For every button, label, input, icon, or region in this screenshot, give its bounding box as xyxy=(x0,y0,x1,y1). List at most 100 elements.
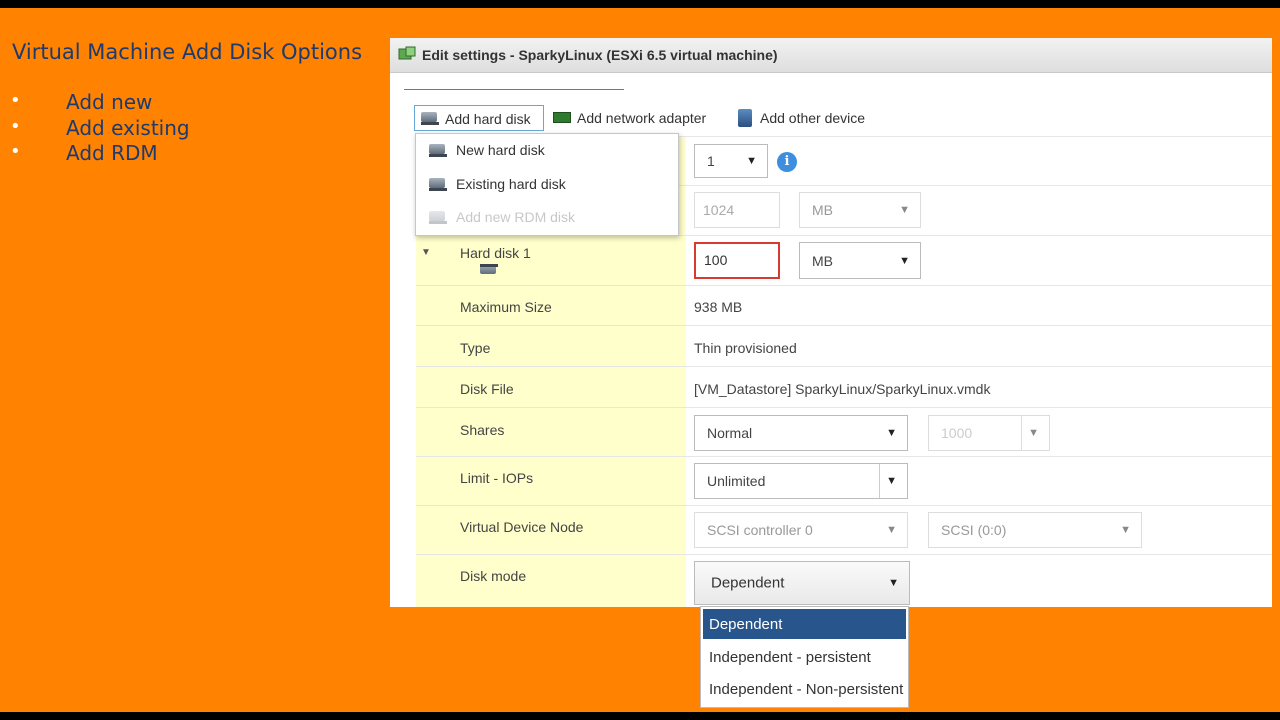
type-row: Type Thin provisioned xyxy=(416,325,1272,367)
add-hard-disk-button[interactable]: Add hard disk xyxy=(414,105,544,131)
bullet-marker: • xyxy=(10,90,21,111)
dialog-title: Edit settings - SparkyLinux (ESXi 6.5 vi… xyxy=(422,47,778,63)
disk-mode-value: Dependent xyxy=(711,574,785,592)
bullet-marker: • xyxy=(10,141,21,162)
scsi-id-value: SCSI (0:0) xyxy=(941,522,1007,538)
row-label-cell: Disk File xyxy=(416,367,686,408)
option-label: Independent - persistent xyxy=(709,649,871,666)
option-label: Dependent xyxy=(709,616,783,633)
type-value: Thin provisioned xyxy=(694,340,797,356)
menu-item-label: Existing hard disk xyxy=(456,176,566,192)
maximum-size-value: 938 MB xyxy=(694,299,743,315)
shares-row: Shares Normal ▼ 1000 ▼ xyxy=(416,407,1272,457)
spinner-divider xyxy=(1021,416,1022,450)
option-label: Independent - Non-persistent xyxy=(709,681,904,698)
cpu-select[interactable]: 1 ▼ xyxy=(694,144,768,178)
limit-iops-select[interactable]: Unlimited ▼ xyxy=(694,463,908,499)
add-other-device-label: Add other device xyxy=(760,110,866,126)
row-label-cell: Type xyxy=(416,326,686,367)
add-other-device-button[interactable]: Add other device xyxy=(738,105,865,131)
hard-disk-label: Hard disk 1 xyxy=(460,245,531,261)
bullet-text: Add new xyxy=(66,90,153,114)
disk-mode-select[interactable]: Dependent ▼ xyxy=(694,561,910,605)
disk-mode-dropdown: Dependent Independent - persistent Indep… xyxy=(700,606,909,708)
limit-iops-row: Limit - IOPs Unlimited ▼ xyxy=(416,456,1272,506)
shares-value: Normal xyxy=(707,425,753,441)
chevron-down-icon: ▼ xyxy=(886,524,897,536)
bullet-text: Add existing xyxy=(66,115,190,140)
slide-title: Virtual Machine Add Disk Options xyxy=(12,40,363,64)
hard-disk-icon xyxy=(429,177,447,191)
tab-underline xyxy=(404,89,624,90)
device-icon xyxy=(738,109,752,127)
row-label-cell: Maximum Size xyxy=(416,286,686,326)
virtual-device-node-row: Virtual Device Node SCSI controller 0 ▼ … xyxy=(416,505,1272,555)
add-network-adapter-button[interactable]: Add network adapter xyxy=(553,105,706,131)
controller-select[interactable]: SCSI controller 0 ▼ xyxy=(694,512,908,548)
disk-mode-option-independent-persistent[interactable]: Independent - persistent xyxy=(703,642,906,672)
dialog-titlebar[interactable]: Edit settings - SparkyLinux (ESXi 6.5 vi… xyxy=(390,38,1272,73)
chevron-down-icon: ▼ xyxy=(888,577,899,589)
row-label-cell: Shares xyxy=(416,408,686,457)
select-divider xyxy=(879,464,880,498)
add-network-adapter-label: Add network adapter xyxy=(577,110,707,126)
menu-item-label: Add new RDM disk xyxy=(456,209,576,225)
maximum-size-label: Maximum Size xyxy=(460,299,552,315)
chevron-down-icon: ▼ xyxy=(899,254,910,267)
memory-unit-select[interactable]: MB ▼ xyxy=(799,192,921,228)
disk-file-row: Disk File [VM_Datastore] SparkyLinux/Spa… xyxy=(416,366,1272,408)
memory-input[interactable]: 1024 xyxy=(694,192,780,228)
hard-disk-row: ▼ Hard disk 1 100 MB ▼ xyxy=(416,235,1272,286)
shares-number-spinner[interactable]: 1000 ▼ xyxy=(928,415,1050,451)
menu-item-existing-hard-disk[interactable]: Existing hard disk xyxy=(416,168,678,201)
disk-mode-row: Disk mode Dependent ▼ xyxy=(416,554,1272,607)
controller-value: SCSI controller 0 xyxy=(707,522,813,538)
bullet-marker: • xyxy=(10,115,21,137)
virtual-device-node-label: Virtual Device Node xyxy=(460,519,584,535)
shares-select[interactable]: Normal ▼ xyxy=(694,415,908,451)
chevron-down-icon: ▼ xyxy=(886,427,897,439)
hard-disk-icon xyxy=(421,111,439,125)
disk-size-unit-select[interactable]: MB ▼ xyxy=(799,242,921,279)
add-hard-disk-label: Add hard disk xyxy=(445,111,531,127)
disk-mode-option-independent-nonpersistent[interactable]: Independent - Non-persistent xyxy=(703,674,906,704)
menu-item-add-rdm-disk: Add new RDM disk xyxy=(416,201,678,234)
chevron-down-icon: ▼ xyxy=(1120,524,1131,536)
chevron-down-icon: ▼ xyxy=(1028,427,1039,439)
hard-disk-icon xyxy=(436,248,498,274)
row-label-cell: Virtual Device Node xyxy=(416,506,686,555)
bullet-text: Add RDM xyxy=(66,141,158,165)
menu-item-new-hard-disk[interactable]: New hard disk xyxy=(416,134,678,167)
shares-label: Shares xyxy=(460,422,505,438)
memory-unit-value: MB xyxy=(812,202,833,218)
top-black-bar xyxy=(0,0,1280,8)
limit-iops-value: Unlimited xyxy=(707,473,766,489)
shares-number-value: 1000 xyxy=(941,425,973,441)
disk-size-unit-value: MB xyxy=(812,252,833,269)
type-label: Type xyxy=(460,340,491,356)
add-hard-disk-menu: New hard disk Existing hard disk Add new… xyxy=(415,133,679,236)
hard-disk-icon xyxy=(429,143,447,157)
menu-item-label: New hard disk xyxy=(456,142,545,158)
row-label-cell: Disk mode xyxy=(416,555,686,607)
edit-settings-dialog: Edit settings - SparkyLinux (ESXi 6.5 vi… xyxy=(390,38,1272,607)
network-adapter-icon xyxy=(553,112,571,123)
disk-size-input[interactable]: 100 xyxy=(694,242,780,279)
row-label-cell: Limit - IOPs xyxy=(416,457,686,506)
chevron-down-icon: ▼ xyxy=(886,475,897,487)
hard-disk-icon xyxy=(429,210,447,224)
collapse-caret-icon[interactable]: ▼ xyxy=(421,247,431,258)
bottom-black-bar xyxy=(0,712,1280,720)
disk-file-label: Disk File xyxy=(460,381,514,397)
info-icon[interactable]: i xyxy=(777,152,797,172)
maximum-size-row: Maximum Size 938 MB xyxy=(416,285,1272,326)
cpu-value: 1 xyxy=(707,153,715,169)
disk-mode-option-dependent[interactable]: Dependent xyxy=(703,609,906,639)
disk-mode-label: Disk mode xyxy=(460,568,527,584)
chevron-down-icon: ▼ xyxy=(899,204,910,216)
scsi-id-select[interactable]: SCSI (0:0) ▼ xyxy=(928,512,1142,548)
row-label-cell: ▼ Hard disk 1 xyxy=(416,236,686,286)
disk-file-value: [VM_Datastore] SparkyLinux/SparkyLinux.v… xyxy=(694,381,991,397)
chevron-down-icon: ▼ xyxy=(746,155,757,167)
limit-iops-label: Limit - IOPs xyxy=(460,470,534,486)
